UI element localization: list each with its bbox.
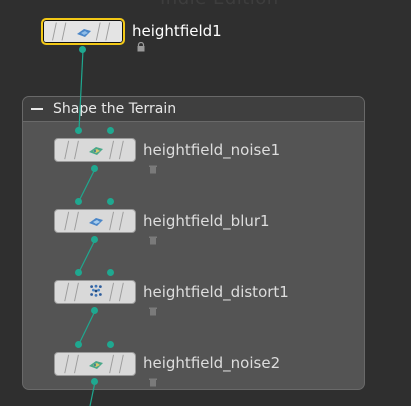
output-port[interactable]	[91, 307, 98, 314]
node-heightfield1-body[interactable]	[41, 18, 125, 45]
node-heightfield-blur1-body[interactable]	[54, 209, 136, 233]
terrain-noise-icon	[89, 147, 103, 155]
node-heightfield-noise2-body[interactable]	[54, 352, 136, 376]
lock-icon[interactable]	[136, 42, 146, 52]
input-port-1[interactable]	[75, 269, 82, 276]
network-box-title: Shape the Terrain	[53, 101, 177, 117]
terrain-blur-icon	[89, 218, 103, 226]
trash-icon[interactable]	[148, 377, 158, 387]
terrain-icon	[77, 29, 91, 37]
input-port-1[interactable]	[75, 127, 82, 134]
output-port[interactable]	[91, 378, 98, 385]
node-heightfield-blur1-label[interactable]: heightfield_blur1	[143, 212, 270, 230]
input-port-2[interactable]	[107, 341, 114, 348]
input-port-2[interactable]	[107, 198, 114, 205]
node-heightfield-noise1-label[interactable]: heightfield_noise1	[143, 141, 280, 159]
terrain-distort-icon	[90, 284, 102, 297]
trash-icon[interactable]	[148, 164, 158, 174]
output-port[interactable]	[79, 46, 86, 53]
node-heightfield-distort1-label[interactable]: heightfield_distort1	[143, 283, 289, 301]
input-port-1[interactable]	[75, 341, 82, 348]
input-port-1[interactable]	[75, 198, 82, 205]
edition-watermark: Indie Edition	[160, 0, 279, 9]
node-heightfield-noise1-body[interactable]	[54, 138, 136, 162]
node-heightfield-distort1-body[interactable]	[54, 280, 136, 304]
trash-icon[interactable]	[148, 235, 158, 245]
input-port-2[interactable]	[107, 269, 114, 276]
output-port[interactable]	[91, 236, 98, 243]
terrain-noise-icon	[89, 361, 103, 369]
output-port[interactable]	[91, 165, 98, 172]
input-port-2[interactable]	[107, 127, 114, 134]
node-heightfield-noise2-label[interactable]: heightfield_noise2	[143, 354, 280, 372]
minus-icon[interactable]	[31, 103, 43, 115]
node-heightfield1-label[interactable]: heightfield1	[132, 22, 222, 40]
trash-icon[interactable]	[148, 306, 158, 316]
network-box-header[interactable]: Shape the Terrain	[23, 97, 364, 122]
